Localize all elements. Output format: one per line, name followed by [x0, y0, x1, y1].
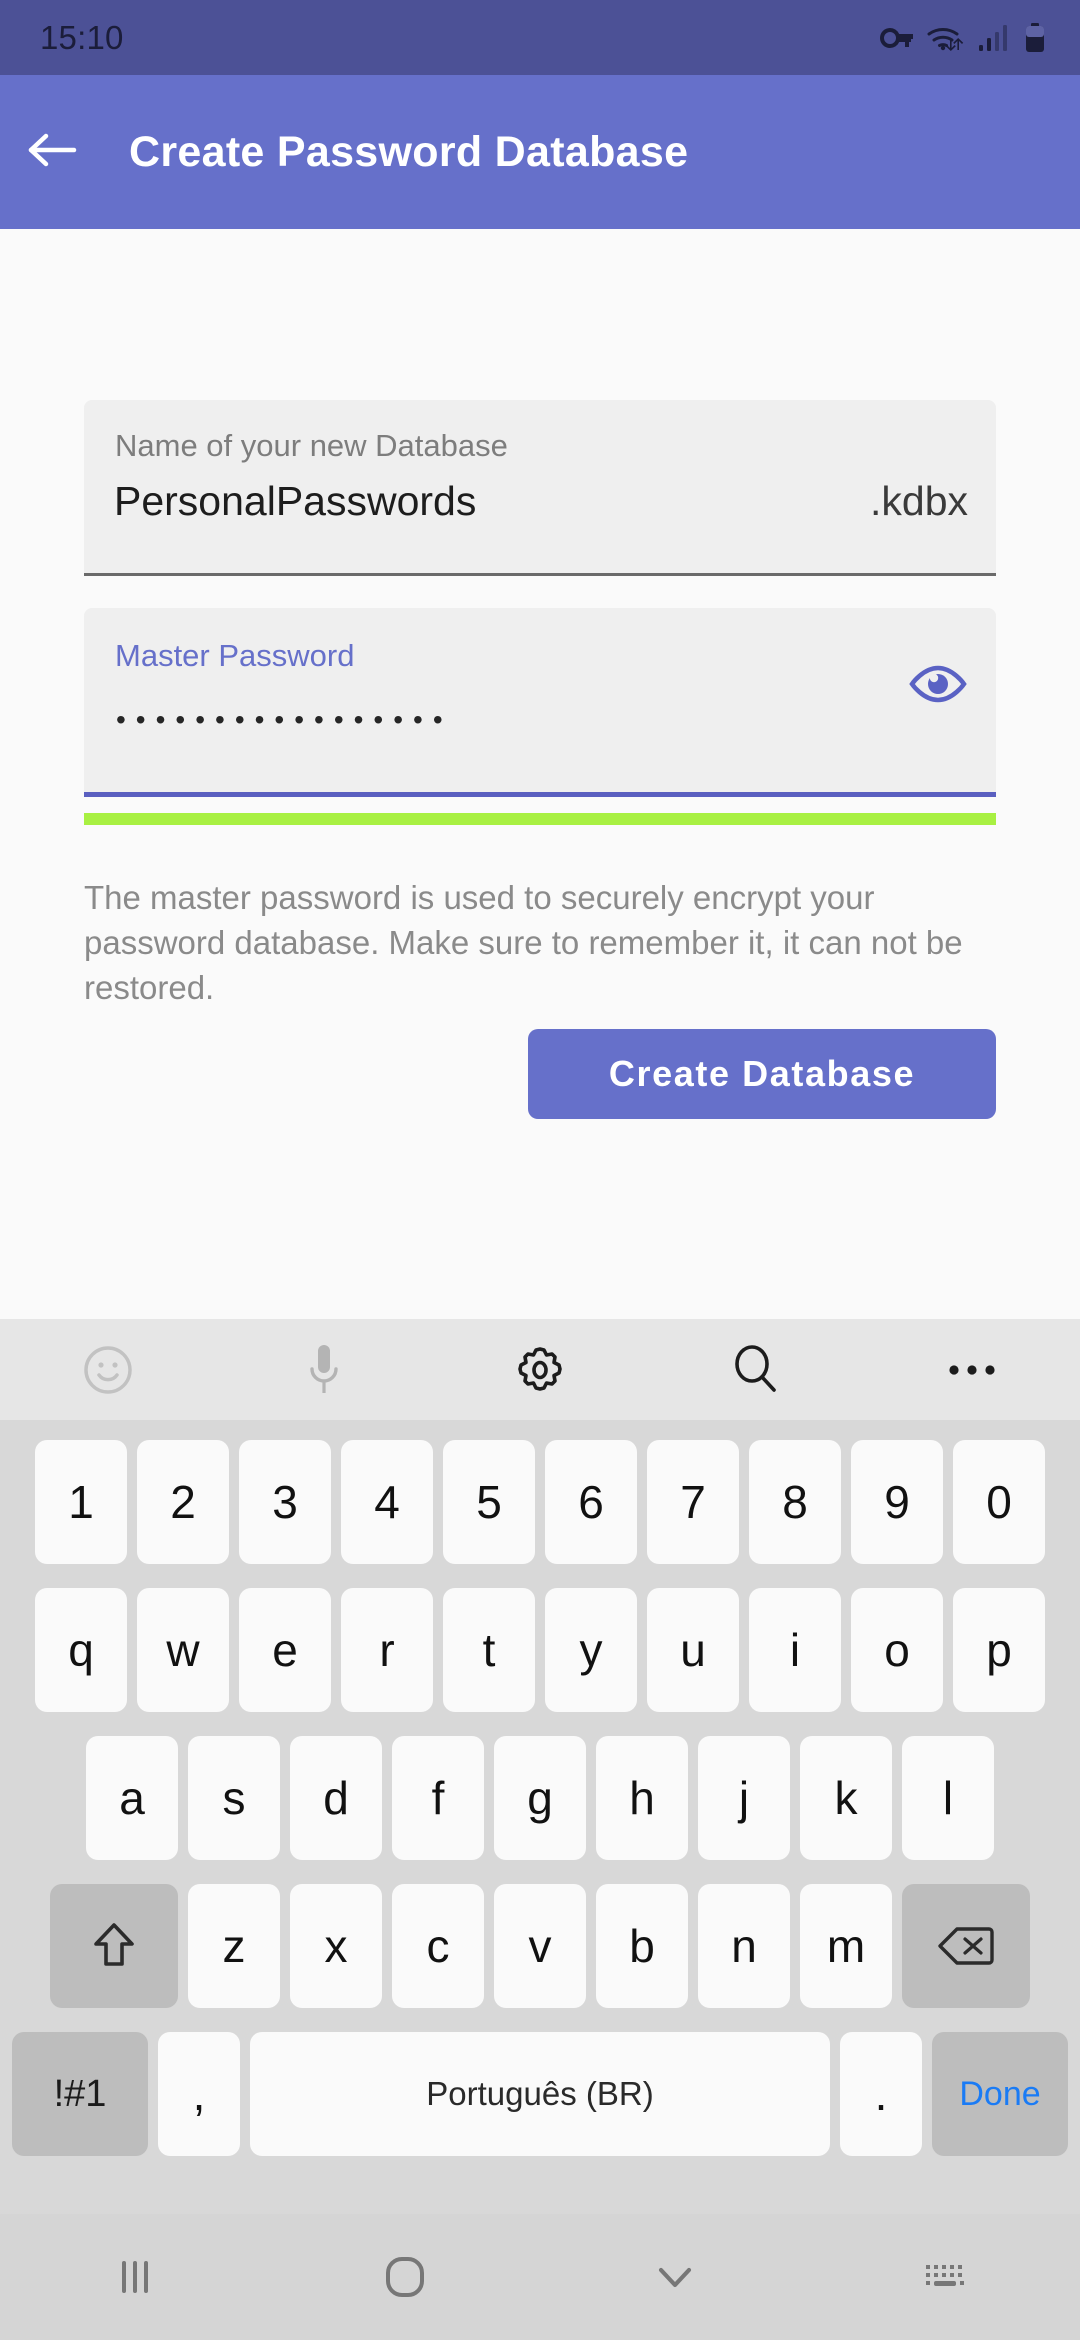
key-5[interactable]: 5	[443, 1440, 535, 1564]
master-password-field[interactable]: Master Password •••••••••••••••••	[84, 608, 996, 792]
key-3[interactable]: 3	[239, 1440, 331, 1564]
key-7[interactable]: 7	[647, 1440, 739, 1564]
period-key[interactable]: .	[840, 2032, 922, 2156]
phone-screen: 15:10	[0, 0, 1080, 2340]
key-p[interactable]: p	[953, 1588, 1045, 1712]
key-u[interactable]: u	[647, 1588, 739, 1712]
keyboard-keys: 1 2 3 4 5 6 7 8 9 0 q w e r t y u i o	[0, 1420, 1080, 2168]
status-bar: 15:10	[0, 0, 1080, 75]
back-button[interactable]	[0, 75, 104, 229]
key-i[interactable]: i	[749, 1588, 841, 1712]
keyboard-toolbar	[0, 1319, 1080, 1420]
key-x[interactable]: x	[290, 1884, 382, 2008]
key-t[interactable]: t	[443, 1588, 535, 1712]
key-8[interactable]: 8	[749, 1440, 841, 1564]
key-y[interactable]: y	[545, 1588, 637, 1712]
space-key[interactable]: Português (BR)	[250, 2032, 830, 2156]
keyboard-row-top: q w e r t y u i o p	[0, 1576, 1080, 1724]
key-c[interactable]: c	[392, 1884, 484, 2008]
database-extension-suffix: .kdbx	[870, 478, 968, 525]
key-4[interactable]: 4	[341, 1440, 433, 1564]
key-m[interactable]: m	[800, 1884, 892, 2008]
home-button[interactable]	[270, 2253, 540, 2301]
keyboard-settings-button[interactable]	[432, 1319, 648, 1420]
voice-input-button[interactable]	[216, 1319, 432, 1420]
key-0[interactable]: 0	[953, 1440, 1045, 1564]
signal-icon	[978, 24, 1012, 52]
wifi-icon	[926, 23, 966, 53]
emoji-icon	[80, 1342, 136, 1398]
key-q[interactable]: q	[35, 1588, 127, 1712]
master-password-underline	[84, 792, 996, 797]
key-g[interactable]: g	[494, 1736, 586, 1860]
master-password-label: Master Password	[115, 638, 354, 674]
shift-key[interactable]	[50, 1884, 178, 2008]
gear-icon	[511, 1341, 569, 1399]
keyboard-switch-icon	[923, 2260, 967, 2294]
back-arrow-icon	[26, 129, 78, 176]
keyboard-row-bottom: z x c v b n m	[0, 1872, 1080, 2020]
comma-key[interactable]: ,	[158, 2032, 240, 2156]
keyboard-search-button[interactable]	[648, 1319, 864, 1420]
key-r[interactable]: r	[341, 1588, 433, 1712]
key-v[interactable]: v	[494, 1884, 586, 2008]
password-strength-bar	[84, 813, 996, 825]
backspace-icon	[937, 1924, 995, 1968]
app-bar: Create Password Database	[0, 75, 1080, 229]
emoji-button[interactable]	[0, 1319, 216, 1420]
battery-icon	[1024, 23, 1046, 53]
key-o[interactable]: o	[851, 1588, 943, 1712]
key-k[interactable]: k	[800, 1736, 892, 1860]
key-l[interactable]: l	[902, 1736, 994, 1860]
recents-icon	[112, 2255, 158, 2299]
microphone-icon	[302, 1341, 346, 1399]
database-name-input[interactable]: PersonalPasswords	[114, 478, 476, 525]
keyboard-row-numbers: 1 2 3 4 5 6 7 8 9 0	[0, 1428, 1080, 1576]
key-icon	[880, 25, 914, 51]
master-password-helper-text: The master password is used to securely …	[84, 875, 984, 1010]
toggle-password-visibility-button[interactable]	[904, 655, 972, 717]
master-password-input[interactable]: •••••••••••••••••	[116, 706, 453, 734]
recents-button[interactable]	[0, 2255, 270, 2299]
key-b[interactable]: b	[596, 1884, 688, 2008]
key-2[interactable]: 2	[137, 1440, 229, 1564]
chevron-down-icon	[653, 2260, 697, 2294]
keyboard-more-button[interactable]	[864, 1319, 1080, 1420]
navigation-bar	[0, 2214, 1080, 2340]
keyboard-row-home: a s d f g h j k l	[0, 1724, 1080, 1872]
create-database-button[interactable]: Create Database	[528, 1029, 996, 1119]
key-a[interactable]: a	[86, 1736, 178, 1860]
home-icon	[381, 2253, 429, 2301]
key-d[interactable]: d	[290, 1736, 382, 1860]
key-f[interactable]: f	[392, 1736, 484, 1860]
key-n[interactable]: n	[698, 1884, 790, 2008]
symbols-key[interactable]: !#1	[12, 2032, 148, 2156]
on-screen-keyboard: 1 2 3 4 5 6 7 8 9 0 q w e r t y u i o	[0, 1319, 1080, 2214]
key-6[interactable]: 6	[545, 1440, 637, 1564]
page-title: Create Password Database	[129, 128, 688, 177]
key-j[interactable]: j	[698, 1736, 790, 1860]
status-bar-clock: 15:10	[40, 19, 124, 57]
key-z[interactable]: z	[188, 1884, 280, 2008]
search-icon	[729, 1343, 783, 1397]
shift-icon	[91, 1920, 137, 1972]
key-1[interactable]: 1	[35, 1440, 127, 1564]
status-bar-icons	[880, 23, 1046, 53]
hide-keyboard-button[interactable]	[540, 2260, 810, 2294]
keyboard-row-space: !#1 , Português (BR) . Done	[0, 2020, 1080, 2168]
database-name-field[interactable]: Name of your new Database PersonalPasswo…	[84, 400, 996, 573]
backspace-key[interactable]	[902, 1884, 1030, 2008]
key-e[interactable]: e	[239, 1588, 331, 1712]
key-h[interactable]: h	[596, 1736, 688, 1860]
done-key[interactable]: Done	[932, 2032, 1068, 2156]
switch-keyboard-button[interactable]	[810, 2260, 1080, 2294]
more-options-icon	[945, 1360, 999, 1380]
key-9[interactable]: 9	[851, 1440, 943, 1564]
key-w[interactable]: w	[137, 1588, 229, 1712]
database-name-label: Name of your new Database	[115, 428, 508, 464]
eye-icon	[907, 662, 969, 711]
main-content: Name of your new Database PersonalPasswo…	[0, 229, 1080, 1319]
database-name-underline	[84, 573, 996, 576]
key-s[interactable]: s	[188, 1736, 280, 1860]
